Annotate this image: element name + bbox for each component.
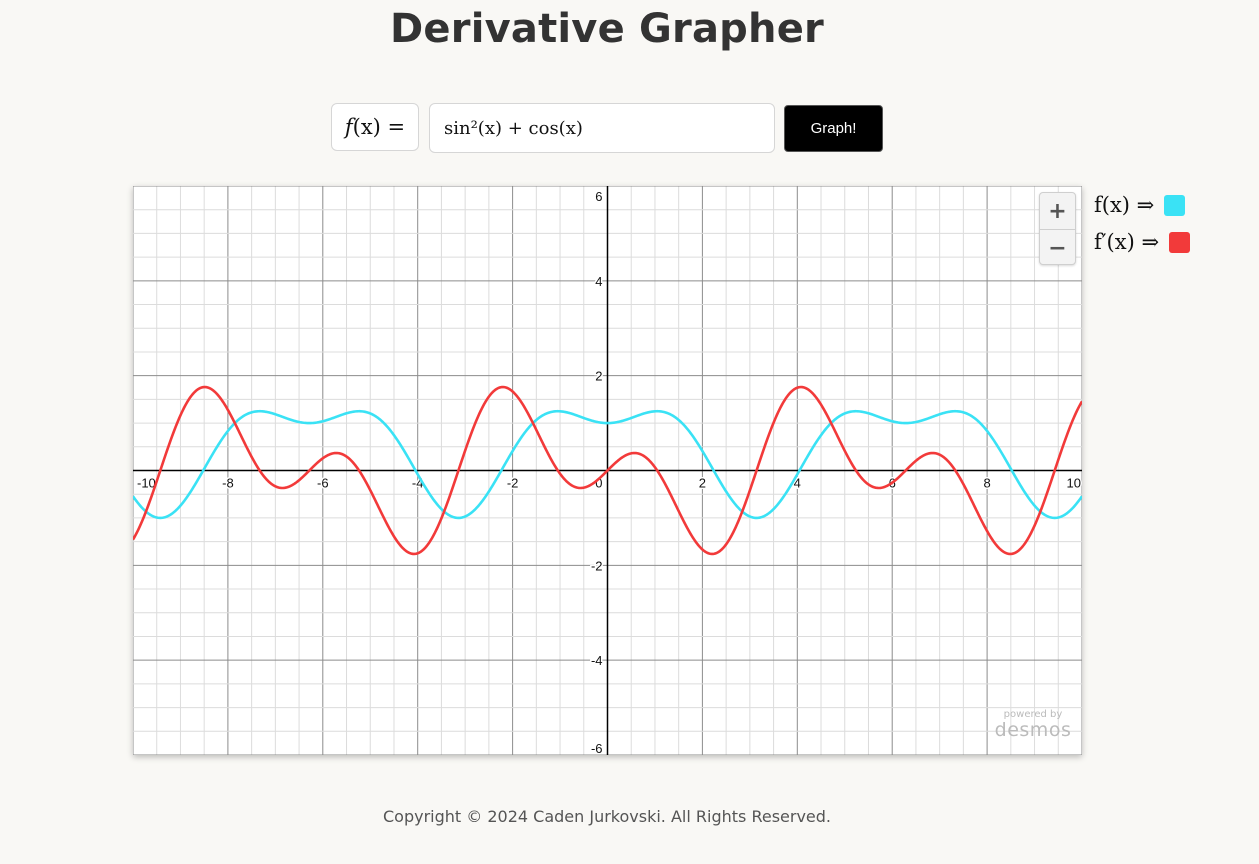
y-tick-label: -4 xyxy=(591,653,603,668)
page-title: Derivative Grapher xyxy=(390,6,824,52)
graph-button[interactable]: Graph! xyxy=(784,105,883,152)
function-label-f: f xyxy=(344,115,353,139)
zoom-out-button[interactable]: − xyxy=(1040,230,1075,266)
footer-copyright: Copyright © 2024 Caden Jurkovski. All Ri… xyxy=(383,807,831,826)
expression-text: sin²(x) + cos(x) xyxy=(444,117,583,139)
plot-svg: -10 -8 -6 -4 -2 0 2 4 6 8 10-6-4-2246 xyxy=(133,186,1082,755)
legend-f-label: f(x) ⇒ xyxy=(1094,193,1155,217)
desmos-watermark[interactable]: powered by desmos xyxy=(993,709,1073,741)
zoom-controls: + − xyxy=(1039,192,1076,265)
y-tick-label: 2 xyxy=(595,369,602,384)
x-tick-label: -8 xyxy=(222,476,234,491)
y-tick-label: -2 xyxy=(591,558,603,573)
legend-fprime: f′(x) ⇒ xyxy=(1094,230,1191,254)
y-tick-label: 6 xyxy=(595,189,602,204)
x-tick-label: 2 xyxy=(699,476,706,491)
graph-canvas[interactable]: -10 -8 -6 -4 -2 0 2 4 6 8 10 -6 -4 -2 2 4 6 xyxy=(133,186,1082,755)
x-tick-label: 10 xyxy=(1067,476,1081,491)
zoom-in-button[interactable]: + xyxy=(1040,193,1075,229)
legend-fprime-label: f′(x) ⇒ xyxy=(1094,230,1160,254)
x-tick-label: -6 xyxy=(317,476,329,491)
y-tick-label: 4 xyxy=(595,274,602,289)
x-tick-label: -2 xyxy=(507,476,519,491)
legend-fprime-swatch xyxy=(1169,231,1191,253)
watermark-desmos: desmos xyxy=(994,719,1072,741)
x-tick-label: 8 xyxy=(983,476,990,491)
function-label: f (x) = xyxy=(331,103,419,151)
expression-input[interactable]: sin²(x) + cos(x) xyxy=(429,103,775,153)
function-label-args: (x) = xyxy=(352,115,406,139)
legend-f: f(x) ⇒ xyxy=(1094,193,1186,217)
y-tick-label: -6 xyxy=(591,741,603,755)
legend-f-swatch xyxy=(1164,194,1186,216)
